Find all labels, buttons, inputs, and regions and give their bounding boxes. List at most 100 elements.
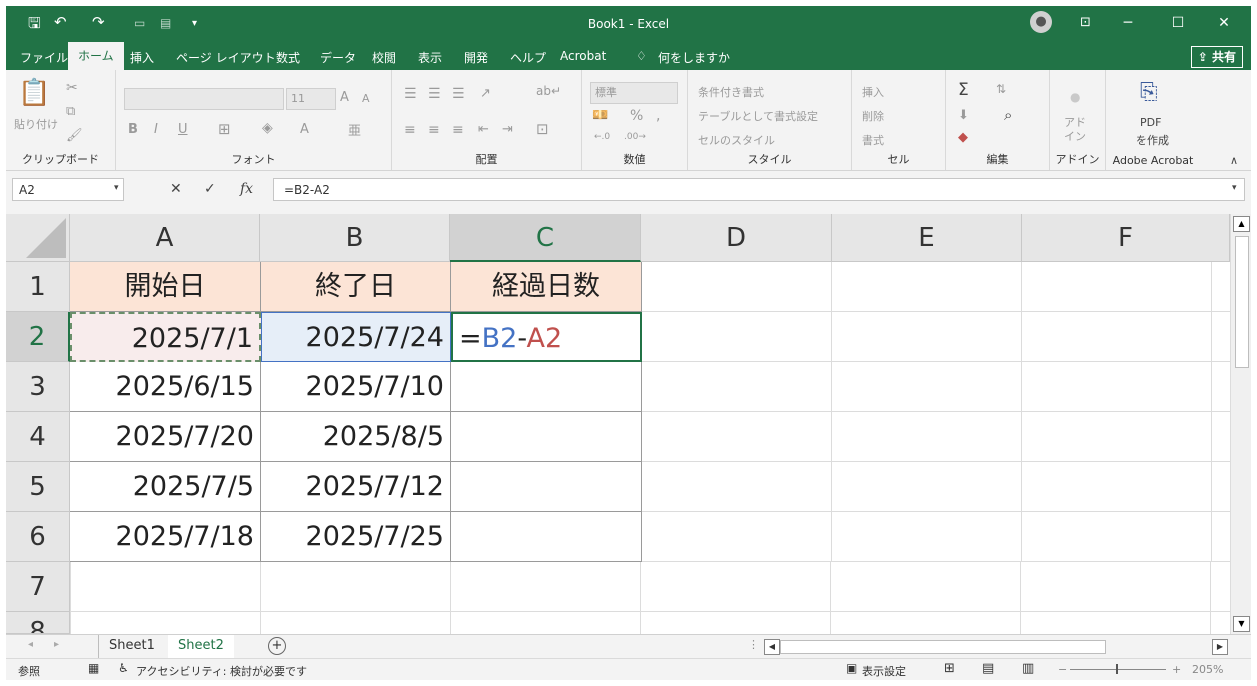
vertical-scrollbar[interactable]: ▲ ▼ xyxy=(1230,214,1251,634)
prev-sheet-icon[interactable]: ◂ xyxy=(28,639,33,650)
row-header-6[interactable]: 6 xyxy=(6,512,70,562)
cell-c6[interactable] xyxy=(451,512,642,562)
orientation-icon[interactable]: ↗ xyxy=(480,86,491,101)
pdf-label[interactable]: PDF xyxy=(1140,116,1161,129)
cell-b1[interactable]: 終了日 xyxy=(261,262,451,312)
number-format-box[interactable]: 標準 xyxy=(590,82,678,104)
autosum-button[interactable]: Σ xyxy=(958,80,969,100)
tab-view[interactable]: 表示 xyxy=(418,49,442,66)
merge-center-icon[interactable]: ⊡ xyxy=(536,120,549,138)
format-as-table-button[interactable]: テーブルとして書式設定 xyxy=(698,108,818,124)
addins-button[interactable]: アド イン xyxy=(1064,116,1086,144)
wrap-text-icon[interactable]: ab↵ xyxy=(536,84,561,98)
column-header-a[interactable]: A xyxy=(70,214,260,262)
cell-b4[interactable]: 2025/8/5 xyxy=(261,412,451,462)
format-painter-icon[interactable]: 🖌 xyxy=(66,128,83,143)
decrease-indent-icon[interactable]: ⇤ xyxy=(478,122,489,137)
horizontal-scroll-thumb[interactable] xyxy=(780,640,1106,654)
name-box-dropdown-icon[interactable]: ▾ xyxy=(114,183,119,193)
cell-a6[interactable]: 2025/7/18 xyxy=(70,512,261,562)
tell-me-search[interactable]: 何をしますか xyxy=(658,49,730,66)
tab-page-layout[interactable]: ページ レイアウト xyxy=(176,49,276,66)
cell-c2-editing[interactable]: =B2-A2 xyxy=(451,312,642,362)
scroll-down-icon[interactable]: ▼ xyxy=(1233,616,1250,632)
increase-decimal-icon[interactable]: ←.0 xyxy=(594,132,610,142)
comma-button[interactable]: , xyxy=(656,108,660,124)
column-header-e[interactable]: E xyxy=(832,214,1022,262)
page-break-view-icon[interactable]: ▥ xyxy=(1022,661,1034,676)
zoom-out-button[interactable]: − xyxy=(1058,663,1067,676)
row-header-2[interactable]: 2 xyxy=(6,312,70,362)
cell-b3[interactable]: 2025/7/10 xyxy=(261,362,451,412)
tab-split-handle[interactable]: ⋮ xyxy=(748,638,759,651)
macro-record-icon[interactable]: ▦ xyxy=(88,661,99,675)
tab-acrobat[interactable]: Acrobat xyxy=(560,49,606,63)
page-layout-view-icon[interactable]: ▤ xyxy=(982,661,994,676)
phonetic-icon[interactable]: 亜 xyxy=(348,120,361,139)
fill-color-icon[interactable]: ◈ xyxy=(262,120,273,136)
underline-button[interactable]: U xyxy=(178,122,188,137)
formula-input[interactable]: =B2-A2 xyxy=(273,178,1245,201)
close-button[interactable]: ✕ xyxy=(1206,12,1242,34)
percent-button[interactable]: % xyxy=(630,108,643,124)
bold-button[interactable]: B xyxy=(128,122,138,137)
grow-font-button[interactable]: A xyxy=(340,90,349,105)
tab-review[interactable]: 校閲 xyxy=(372,49,396,66)
display-settings-button[interactable]: 表示設定 xyxy=(862,663,906,679)
accessibility-status[interactable]: アクセシビリティ: 検討が必要です xyxy=(136,663,307,679)
delete-cells-button[interactable]: 削除 xyxy=(862,108,884,124)
shrink-font-button[interactable]: A xyxy=(362,92,370,105)
cell-styles-button[interactable]: セルのスタイル xyxy=(698,132,775,148)
account-icon[interactable]: ● xyxy=(1030,11,1052,33)
cell-a1[interactable]: 開始日 xyxy=(70,262,261,312)
font-color-button[interactable]: A xyxy=(300,122,309,137)
zoom-slider[interactable] xyxy=(1070,669,1166,670)
tab-developer[interactable]: 開発 xyxy=(464,49,488,66)
cell-c3[interactable] xyxy=(451,362,642,412)
insert-cells-button[interactable]: 挿入 xyxy=(862,84,884,100)
align-bottom-icon[interactable]: ☰ xyxy=(452,86,465,102)
paste-button[interactable]: 貼り付け xyxy=(14,116,58,132)
font-size-box[interactable]: 11 xyxy=(286,88,336,110)
tab-file[interactable]: ファイル xyxy=(20,49,68,66)
row-header-8[interactable]: 8 xyxy=(6,612,70,634)
ribbon-display-icon[interactable]: ⊡ xyxy=(1080,15,1091,30)
scroll-right-icon[interactable]: ▶ xyxy=(1212,639,1228,655)
scroll-left-icon[interactable]: ◀ xyxy=(764,639,780,655)
currency-icon[interactable]: 💴 xyxy=(592,108,608,123)
clear-icon[interactable]: ◆ xyxy=(958,130,968,145)
cell-b6[interactable]: 2025/7/25 xyxy=(261,512,451,562)
insert-function-button[interactable]: fx xyxy=(240,181,253,197)
tab-home[interactable]: ホーム xyxy=(68,42,124,70)
align-right-icon[interactable]: ≡ xyxy=(452,122,464,138)
increase-indent-icon[interactable]: ⇥ xyxy=(502,122,513,137)
name-box[interactable]: A2 xyxy=(12,178,124,201)
cell-a4[interactable]: 2025/7/20 xyxy=(70,412,261,462)
empty-cells-lower[interactable] xyxy=(70,562,1230,634)
cell-a3[interactable]: 2025/6/15 xyxy=(70,362,261,412)
sort-filter-icon[interactable]: ⇅ xyxy=(996,82,1006,96)
empty-cells-right[interactable] xyxy=(642,262,1230,562)
align-left-icon[interactable]: ≡ xyxy=(404,122,416,138)
cell-c1[interactable]: 経過日数 xyxy=(451,262,642,312)
tab-help[interactable]: ヘルプ xyxy=(510,49,546,66)
zoom-slider-thumb[interactable] xyxy=(1116,664,1118,674)
row-header-7[interactable]: 7 xyxy=(6,562,70,612)
cell-a5[interactable]: 2025/7/5 xyxy=(70,462,261,512)
decrease-decimal-icon[interactable]: .00→ xyxy=(624,132,646,142)
font-name-box[interactable] xyxy=(124,88,284,110)
zoom-in-button[interactable]: + xyxy=(1172,663,1181,676)
italic-button[interactable]: I xyxy=(154,122,158,137)
align-middle-icon[interactable]: ☰ xyxy=(428,86,441,102)
cell-a2[interactable]: 2025/7/1 xyxy=(70,312,261,362)
cell-c5[interactable] xyxy=(451,462,642,512)
align-top-icon[interactable]: ☰ xyxy=(404,86,417,102)
normal-view-icon[interactable]: ⊞ xyxy=(944,661,955,676)
format-cells-button[interactable]: 書式 xyxy=(862,132,884,148)
row-header-5[interactable]: 5 xyxy=(6,462,70,512)
column-header-c[interactable]: C xyxy=(450,214,641,262)
next-sheet-icon[interactable]: ▸ xyxy=(54,639,59,650)
add-sheet-button[interactable]: + xyxy=(268,637,286,655)
cut-icon[interactable]: ✂ xyxy=(66,80,78,96)
column-header-b[interactable]: B xyxy=(260,214,450,262)
